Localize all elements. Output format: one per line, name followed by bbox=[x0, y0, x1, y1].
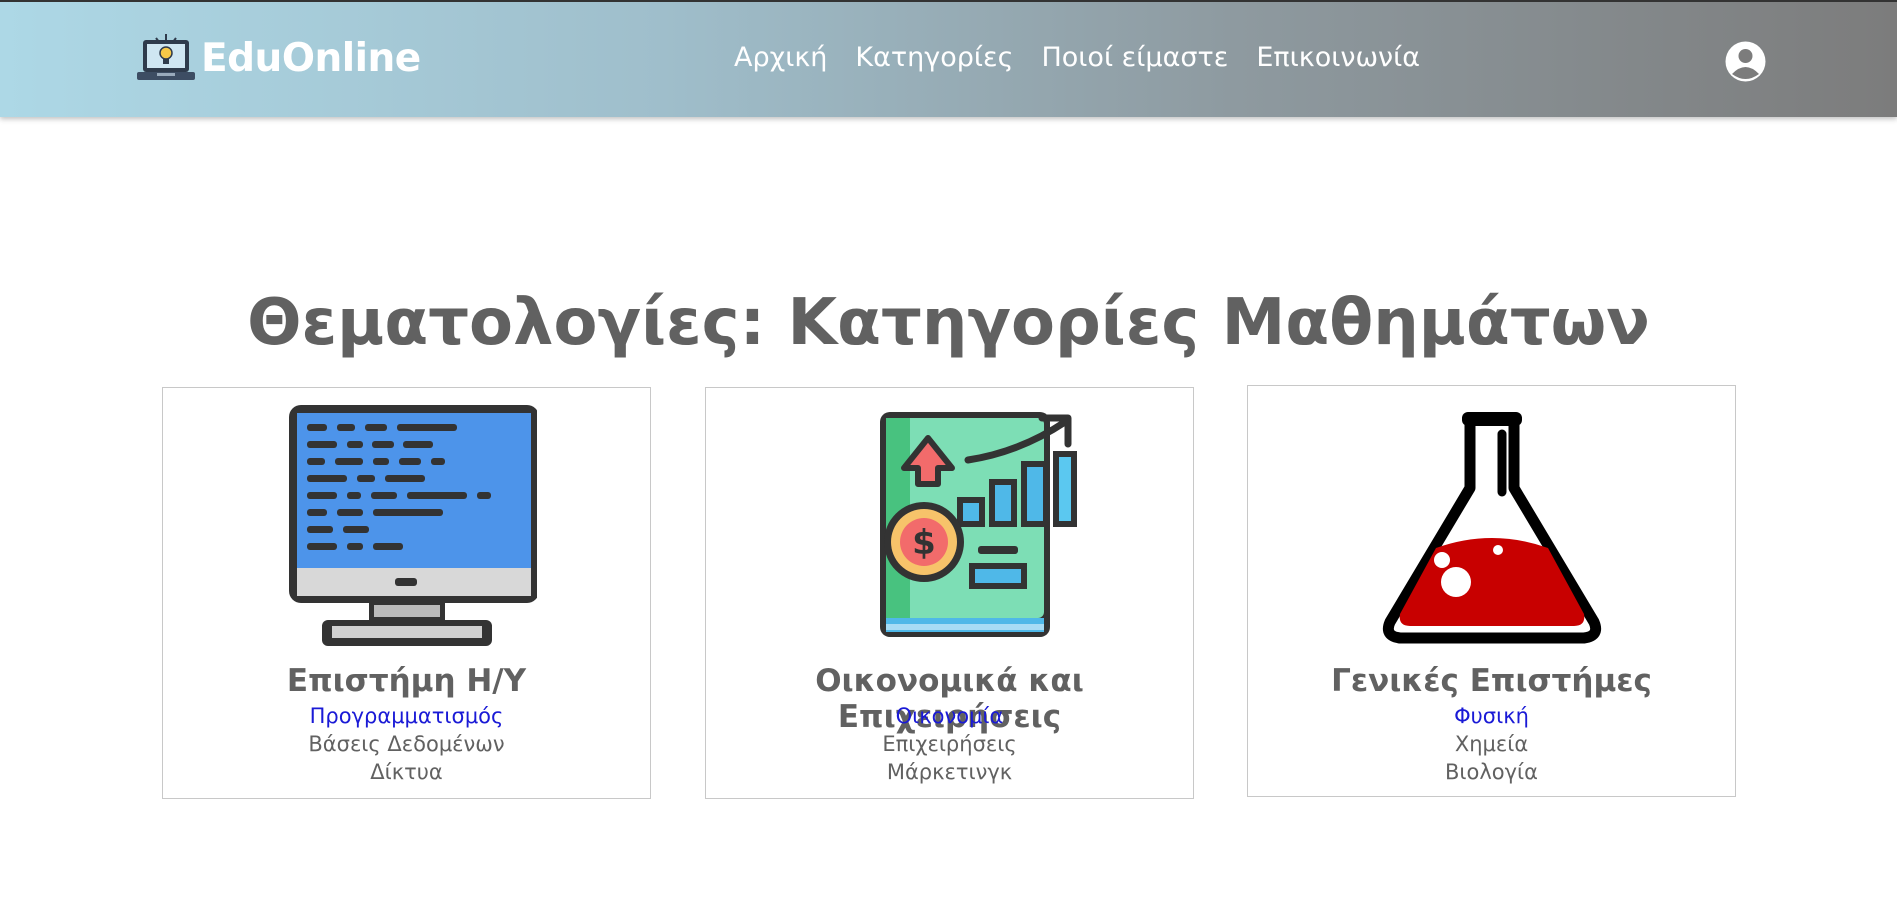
card-links: Προγραμματισμός Βάσεις Δεδομένων Δίκτυα bbox=[163, 702, 650, 786]
card-title: Γενικές Επιστήμες bbox=[1331, 663, 1652, 699]
card-links: Φυσική Χημεία Βιολογία bbox=[1248, 702, 1735, 786]
nav-links: Αρχική Κατηγορίες Ποιοί είμαστε Επικοινω… bbox=[734, 42, 1448, 73]
nav-contact[interactable]: Επικοινωνία bbox=[1256, 42, 1420, 73]
chemistry-flask-icon bbox=[1382, 412, 1601, 644]
page-title: Θεματολογίες: Κατηγορίες Μαθημάτων bbox=[247, 286, 1650, 360]
navbar: EduOnline Αρχική Κατηγορίες Ποιοί είμαστ… bbox=[0, 0, 1897, 117]
user-account-icon[interactable] bbox=[1724, 40, 1767, 83]
category-card-sciences: Γενικές Επιστήμες Φυσική Χημεία Βιολογία bbox=[1247, 385, 1736, 797]
link-physics[interactable]: Φυσική bbox=[1248, 702, 1735, 730]
nav-home[interactable]: Αρχική bbox=[734, 42, 827, 73]
svg-text:$: $ bbox=[912, 523, 936, 563]
category-card-business: $ Οικονομικά και Επιχειρήσεις Οικονομία … bbox=[705, 387, 1194, 799]
link-chemistry[interactable]: Χημεία bbox=[1248, 730, 1735, 758]
brand-link[interactable]: EduOnline bbox=[135, 28, 421, 88]
link-marketing[interactable]: Μάρκετινγκ bbox=[706, 758, 1193, 786]
brand-name: EduOnline bbox=[201, 35, 421, 81]
finance-book-chart-icon: $ bbox=[879, 412, 1077, 637]
link-networks[interactable]: Δίκτυα bbox=[163, 758, 650, 786]
category-card-cs: Επιστήμη Η/Υ Προγραμματισμός Βάσεις Δεδο… bbox=[162, 387, 651, 799]
link-economy[interactable]: Οικονομία bbox=[706, 702, 1193, 730]
computer-monitor-icon bbox=[288, 405, 537, 646]
card-title: Επιστήμη Η/Υ bbox=[286, 663, 527, 699]
link-programming[interactable]: Προγραμματισμός bbox=[163, 702, 650, 730]
link-databases[interactable]: Βάσεις Δεδομένων bbox=[163, 730, 650, 758]
nav-about[interactable]: Ποιοί είμαστε bbox=[1041, 42, 1228, 73]
link-biology[interactable]: Βιολογία bbox=[1248, 758, 1735, 786]
link-business[interactable]: Επιχειρήσεις bbox=[706, 730, 1193, 758]
laptop-lightbulb-icon bbox=[137, 34, 195, 80]
card-links: Οικονομία Επιχειρήσεις Μάρκετινγκ bbox=[706, 702, 1193, 786]
nav-categories[interactable]: Κατηγορίες bbox=[855, 42, 1013, 73]
